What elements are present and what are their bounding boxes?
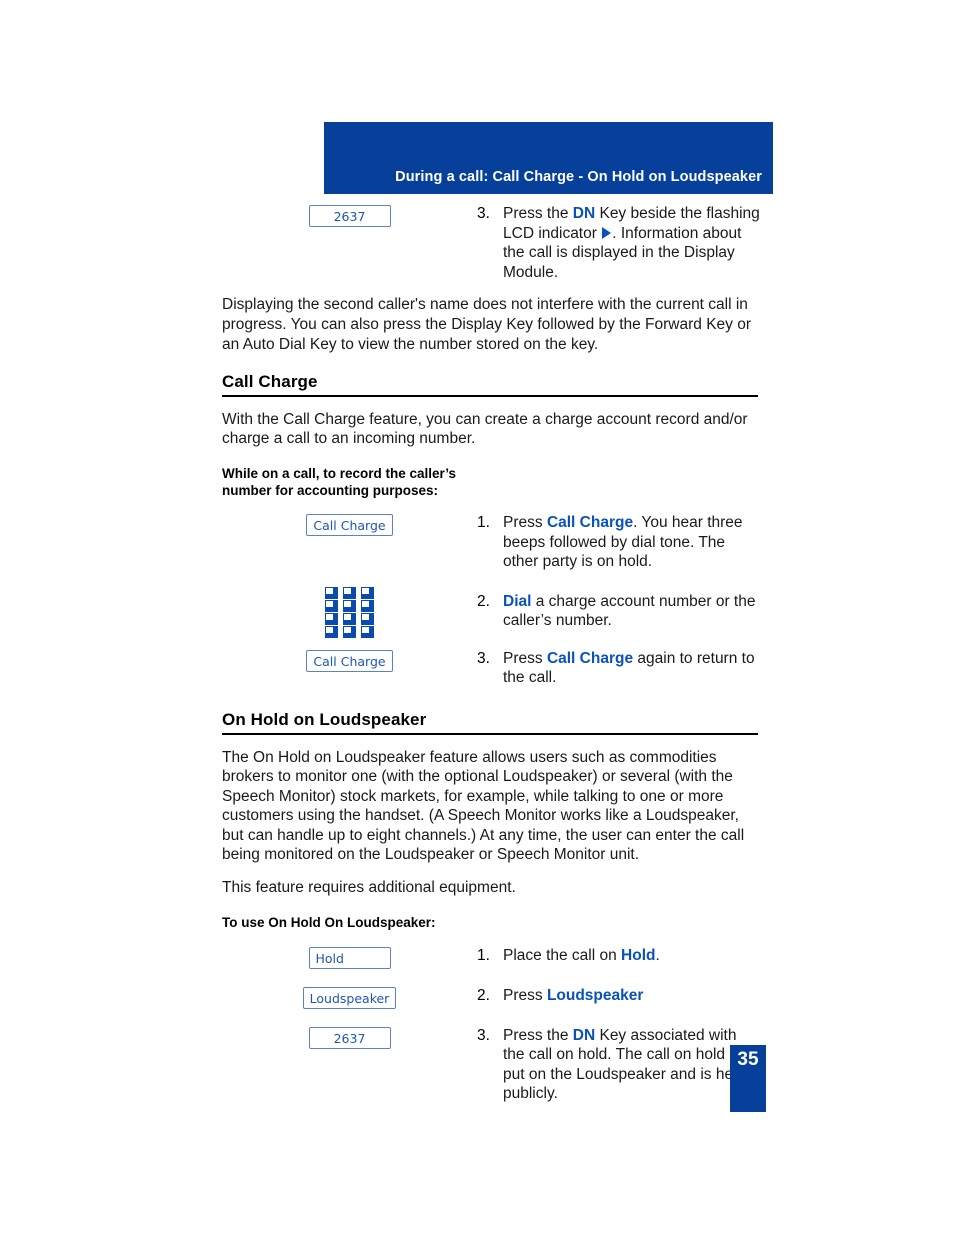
section-heading-on-hold-loudspeaker: On Hold on Loudspeaker	[222, 710, 758, 735]
step-key-column: Hold	[222, 946, 477, 969]
step-key-column	[222, 582, 477, 640]
phone-key-call-charge[interactable]: Call Charge	[306, 513, 393, 536]
phone-key-hold[interactable]: Hold	[308, 946, 391, 969]
step-text-before: Press	[503, 513, 547, 531]
phone-key-loudspeaker[interactable]: Loudspeaker	[302, 986, 397, 1009]
keypad-key	[324, 586, 338, 599]
step-number: 2.	[477, 986, 490, 1004]
dial-keypad-icon[interactable]	[324, 586, 375, 638]
step-text-bold: Call Charge	[546, 513, 634, 531]
subheading-line-1: While on a call, to record the caller’s	[222, 465, 457, 481]
phone-key-call-charge[interactable]: Call Charge	[306, 649, 393, 672]
step-key-column: Call Charge	[222, 513, 477, 536]
step-row: Loudspeaker 2. Press Loudspeaker	[222, 986, 762, 1009]
step-key-column: 2637	[222, 1026, 477, 1049]
loudspeaker-subheading: To use On Hold On Loudspeaker:	[222, 914, 436, 930]
step-text-bold: DN	[572, 205, 596, 222]
step-key-column: Loudspeaker	[222, 986, 477, 1009]
header-title: During a call: Call Charge - On Hold on …	[395, 169, 762, 185]
step-number: 1.	[477, 513, 490, 531]
keypad-key	[342, 599, 356, 612]
section-title: On Hold on Loudspeaker	[222, 709, 427, 729]
step-text-before: Press	[503, 986, 547, 1004]
keypad-key	[360, 599, 374, 612]
step-text-bold: DN	[572, 1026, 596, 1044]
step-number: 3.	[477, 1026, 490, 1044]
section-divider	[222, 395, 758, 397]
right-triangle-icon	[602, 226, 612, 239]
subheading-line-2: number for accounting purposes:	[222, 482, 439, 498]
step-text-bold: Dial	[503, 592, 532, 610]
step-key-column: 2637	[222, 204, 477, 227]
step-row: Call Charge 3. Press Call Charge again t…	[222, 649, 762, 688]
step-number: 1.	[477, 946, 490, 964]
step-text: Press the DN Key beside the flashing LCD…	[503, 204, 762, 282]
keypad-key	[324, 599, 338, 612]
call-charge-body: With the Call Charge feature, you can cr…	[222, 410, 748, 448]
keypad-key	[342, 612, 356, 625]
step-text-after: a charge account number or the caller’s …	[503, 592, 756, 630]
step-text: Press Call Charge. You hear three beeps …	[503, 513, 762, 572]
keypad-key	[324, 612, 338, 625]
step-text-bold: Loudspeaker	[546, 986, 644, 1004]
page-number-badge: 35	[730, 1045, 766, 1112]
step-text: Press the DN Key associated with the cal…	[503, 1026, 762, 1104]
keypad-key	[360, 612, 374, 625]
step-text-before: Place the call on	[503, 946, 622, 964]
step-text: Press Loudspeaker	[503, 986, 762, 1006]
step-text-after: .	[655, 946, 660, 964]
step-text-bold: Hold	[621, 946, 656, 964]
step-text-before: Press the	[503, 1026, 573, 1044]
step-text: Dial a charge account number or the call…	[503, 582, 762, 631]
section-title: Call Charge	[222, 372, 318, 392]
step-text: Place the call on Hold.	[503, 946, 762, 966]
section-divider	[222, 732, 758, 735]
page-header-banner: During a call: Call Charge - On Hold on …	[324, 122, 773, 194]
keypad-key	[360, 586, 374, 599]
step-row: Call Charge 1. Press Call Charge. You he…	[222, 513, 762, 572]
step-number: 2.	[477, 592, 490, 610]
step-text-before: Press the	[503, 205, 573, 222]
step-text: Press Call Charge again to return to the…	[503, 649, 762, 688]
intro-paragraph: Displaying the second caller's name does…	[222, 296, 751, 353]
step-row: 2637 3. Press the DN Key beside the flas…	[222, 204, 762, 282]
step-row: 2637 3. Press the DN Key associated with…	[222, 1026, 762, 1104]
step-row: Hold 1. Place the call on Hold.	[222, 946, 762, 969]
keypad-key	[360, 625, 374, 638]
phone-key-dn-2637[interactable]: 2637	[308, 205, 391, 227]
step-text-before: Press	[503, 649, 547, 667]
step-number: 3.	[477, 205, 490, 222]
page-content: 2637 3. Press the DN Key beside the flas…	[222, 204, 762, 1106]
phone-key-dn-2637[interactable]: 2637	[308, 1026, 391, 1049]
loudspeaker-body-2: This feature requires additional equipme…	[222, 879, 516, 897]
step-row: 2. Dial a charge account number or the c…	[222, 582, 762, 640]
loudspeaker-body-1: The On Hold on Loudspeaker feature allow…	[222, 748, 745, 864]
step-key-column: Call Charge	[222, 649, 477, 672]
call-charge-subheading: While on a call, to record the caller’s …	[222, 465, 622, 499]
keypad-key	[342, 586, 356, 599]
step-number: 3.	[477, 649, 490, 667]
page-number: 35	[737, 1049, 759, 1070]
section-heading-call-charge: Call Charge	[222, 372, 758, 397]
keypad-key	[324, 625, 338, 638]
step-text-bold: Call Charge	[546, 649, 634, 667]
keypad-key	[342, 625, 356, 638]
